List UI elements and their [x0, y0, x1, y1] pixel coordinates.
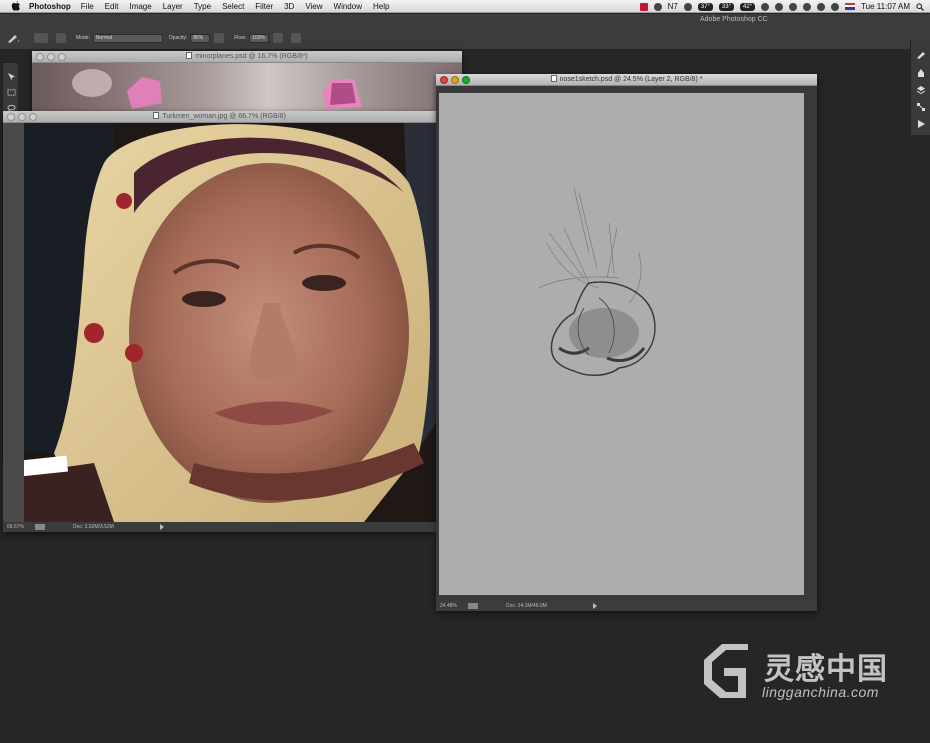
move-icon	[7, 72, 16, 81]
document-status-bar: 66.67% Doc: 3.52M/3.52M	[3, 522, 436, 532]
eject-icon[interactable]	[789, 2, 798, 11]
menu-image[interactable]: Image	[129, 2, 151, 11]
recycle-icon[interactable]	[683, 2, 692, 11]
brush-preset-icon[interactable]	[6, 32, 20, 44]
pressure-opacity-icon[interactable]	[214, 33, 225, 43]
zoom-level[interactable]: 66.67%	[7, 524, 29, 530]
mode-select[interactable]: Normal	[92, 33, 163, 43]
status-icon	[468, 603, 478, 609]
menu-view[interactable]: View	[305, 2, 322, 11]
app-window-title: Adobe Photoshop CC	[700, 16, 768, 23]
watermark: 灵感中国 lingganchina.com	[694, 640, 909, 705]
document-size: Doc: 3.52M/3.52M	[73, 524, 114, 530]
dropbox-icon[interactable]	[761, 2, 770, 11]
marquee-tool[interactable]	[6, 87, 17, 98]
input-source-flag-icon[interactable]	[845, 3, 856, 10]
weather-badge-2[interactable]: 33°	[718, 2, 734, 11]
document-window-nose-sketch[interactable]: nose1sketch.psd @ 24.5% (Layer 2, RGB/8)…	[436, 74, 817, 611]
collapsed-panel-dock	[910, 40, 930, 135]
weather-badge-1[interactable]: 37°	[697, 2, 713, 11]
actions-play-icon[interactable]	[916, 119, 926, 129]
window-title: nose1sketch.psd @ 24.5% (Layer 2, RGB/8)…	[559, 76, 703, 83]
brush-panel-icon[interactable]	[916, 50, 926, 60]
menu-type[interactable]: Type	[194, 2, 211, 11]
watermark-chinese-text: 灵感中国	[764, 652, 888, 687]
spotlight-search-icon[interactable]	[916, 2, 924, 11]
zoom-level[interactable]: 24.48%	[440, 603, 462, 609]
time-machine-icon[interactable]	[775, 2, 784, 11]
marquee-icon	[7, 89, 16, 96]
window-titlebar[interactable]: minorplanes.psd @ 16.7% (RGB/8*)	[32, 51, 462, 63]
window-title: Turkmen_woman.jpg @ 66.7% (RGB/8)	[162, 113, 286, 120]
status-app-icon[interactable]	[639, 2, 648, 11]
wifi-icon[interactable]	[817, 2, 826, 11]
zoom-button[interactable]	[29, 113, 37, 121]
close-button[interactable]	[440, 76, 448, 84]
minimize-button[interactable]	[18, 113, 26, 121]
menu-window[interactable]: Window	[334, 2, 362, 11]
window-titlebar[interactable]: nose1sketch.psd @ 24.5% (Layer 2, RGB/8)…	[436, 74, 817, 86]
volume-icon[interactable]	[831, 2, 840, 11]
airbrush-icon[interactable]	[273, 33, 284, 43]
watermark-url-text: lingganchina.com	[762, 684, 879, 700]
window-titlebar[interactable]: Turkmen_woman.jpg @ 66.7% (RGB/8)	[3, 111, 436, 123]
brush-size-picker[interactable]	[34, 33, 48, 43]
status-menu-arrow-icon[interactable]	[159, 524, 164, 530]
bluetooth-icon[interactable]	[803, 2, 812, 11]
menu-edit[interactable]: Edit	[105, 2, 119, 11]
menu-file[interactable]: File	[81, 2, 94, 11]
microphone-icon[interactable]	[653, 2, 662, 11]
menu-layer[interactable]: Layer	[163, 2, 183, 11]
close-button[interactable]	[36, 53, 44, 61]
nose-sketch-artwork	[538, 187, 656, 376]
opacity-field[interactable]: 86%	[190, 33, 211, 43]
document-icon	[550, 75, 557, 82]
menu-help[interactable]: Help	[373, 2, 389, 11]
history-panel-icon[interactable]	[916, 102, 926, 112]
flow-field[interactable]: 100%	[249, 33, 270, 43]
flow-label: Flow:	[234, 35, 247, 41]
minimize-button[interactable]	[47, 53, 55, 61]
minimize-button[interactable]	[451, 76, 459, 84]
menu-filter[interactable]: Filter	[255, 2, 273, 11]
status-icon	[35, 524, 45, 530]
apple-menu-icon[interactable]	[11, 1, 21, 11]
document-size: Doc: 24.1M/46.0M	[506, 603, 547, 609]
layers-panel-icon[interactable]	[916, 85, 926, 95]
watermark-logo-icon	[704, 644, 748, 698]
close-button[interactable]	[7, 113, 15, 121]
document-window-turkmen[interactable]: Turkmen_woman.jpg @ 66.7% (RGB/8) 66.67%…	[3, 111, 436, 532]
document-status-bar: 24.48% Doc: 24.1M/46.0M	[436, 601, 817, 611]
app-menu[interactable]: Photoshop	[29, 2, 71, 11]
weather-badge-3[interactable]: 42°	[740, 2, 756, 11]
turkmen-woman-photo	[24, 123, 436, 522]
menu-select[interactable]: Select	[222, 2, 244, 11]
document-canvas[interactable]	[24, 123, 436, 522]
status-menu-arrow-icon[interactable]	[592, 603, 597, 609]
zoom-button[interactable]	[462, 76, 470, 84]
zoom-button[interactable]	[58, 53, 66, 61]
brush-presets-icon[interactable]	[916, 68, 926, 78]
mode-label: Mode:	[76, 35, 90, 41]
menu-clock[interactable]: Tue 11:07 AM	[861, 2, 910, 11]
mac-menu-bar: Photoshop File Edit Image Layer Type Sel…	[0, 0, 930, 13]
notification-count[interactable]: N7	[668, 2, 678, 11]
move-tool[interactable]	[6, 71, 17, 82]
document-icon	[153, 112, 160, 119]
menu-3d[interactable]: 3D	[284, 2, 294, 11]
brush-panel-toggle-icon[interactable]	[56, 33, 66, 43]
window-title: minorplanes.psd @ 16.7% (RGB/8*)	[195, 53, 308, 60]
document-canvas[interactable]	[439, 93, 804, 595]
menu-extras: N7 37° 33° 42° Tue 11:07 AM	[639, 0, 924, 13]
document-icon	[186, 52, 193, 59]
tool-options-row: Mode: Normal Opacity: 86% Flow: 100%	[0, 31, 930, 45]
opacity-label: Opacity:	[168, 35, 188, 41]
pressure-size-icon[interactable]	[291, 33, 302, 43]
